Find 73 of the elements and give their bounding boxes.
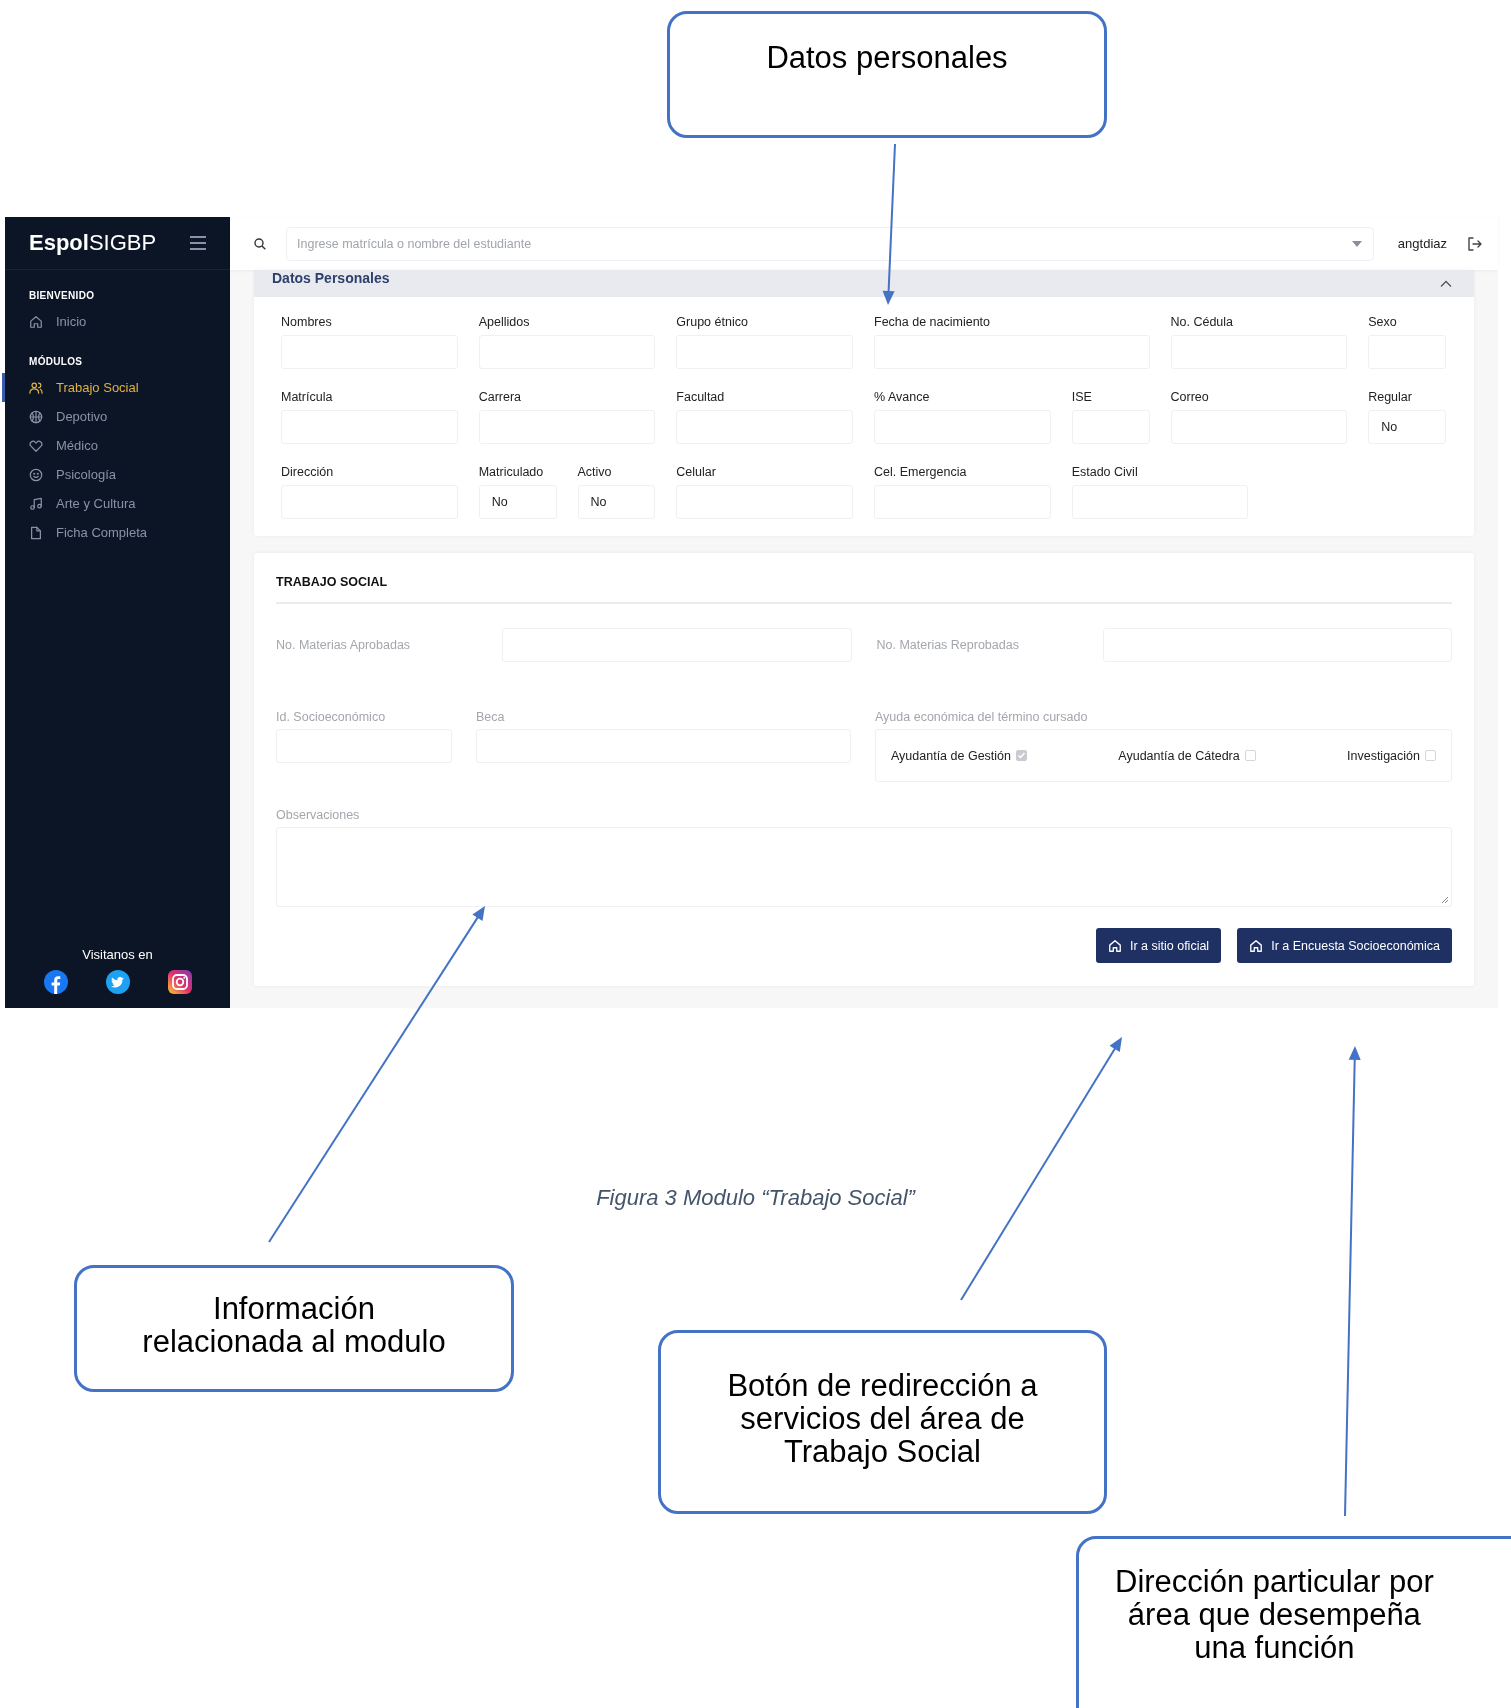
callout-text: Botón de redirección a servicios del área de Trabajo Social	[727, 1368, 1038, 1468]
field-label: Sexo	[1368, 315, 1398, 329]
redirect-button[interactable]: Ir a sitio oficial	[1095, 928, 1222, 963]
instagram-icon[interactable]	[167, 970, 192, 994]
callout-text: Datos personales	[766, 41, 1008, 74]
field-label: No. Materias Reprobadas	[876, 638, 1020, 652]
home-icon	[29, 314, 43, 329]
field-label: No. Materias Aprobadas	[276, 638, 412, 652]
checkbox[interactable]	[1244, 750, 1256, 761]
smile-icon	[29, 467, 43, 482]
field-label: Grupo étnico	[676, 315, 749, 329]
checkbox[interactable]	[1425, 750, 1436, 761]
sidebar-item[interactable]: Psicología	[2, 460, 230, 489]
checkbox-label: Ayudantía de Cátedra	[1118, 748, 1240, 763]
checkbox-label: Investigación	[1347, 748, 1420, 763]
redirect-button[interactable]: Ir a Encuesta Socioeconómica	[1237, 928, 1452, 963]
sidebar-heading: MÓDULOS	[29, 356, 84, 367]
field-label: Carrera	[478, 390, 523, 404]
sidebar-item[interactable]: Arte y Cultura	[2, 489, 230, 518]
field-label: Id. Socioeconómico	[276, 710, 387, 724]
field-label: Beca	[476, 710, 506, 724]
field-label: Fecha de nacimiento	[874, 315, 992, 329]
logout-icon[interactable]	[1467, 236, 1482, 251]
field-label: Cel. Emergencia	[874, 465, 968, 479]
figure-caption: Figura 3 Modulo “Trabajo Social”	[595, 1185, 917, 1211]
file-icon	[29, 525, 43, 540]
sidebar-item[interactable]: Médico	[2, 431, 230, 460]
chevron-up-icon[interactable]	[1440, 280, 1452, 287]
menu-icon[interactable]	[190, 236, 206, 250]
field-label: Dirección	[281, 465, 335, 479]
field-label: Regular	[1368, 390, 1413, 404]
checkbox[interactable]	[1016, 750, 1027, 761]
field-label: ISE	[1071, 390, 1093, 404]
sidebar-item[interactable]: Depotivo	[2, 402, 230, 431]
field-label: Matriculado	[478, 465, 545, 479]
sidebar-heading: BIENVENIDO	[29, 290, 96, 301]
card-title: Datos Personales	[272, 269, 390, 286]
select-field[interactable]: No	[478, 485, 557, 519]
field-label: Nombres	[281, 315, 333, 329]
checkbox-label: Ayudantía de Gestión	[891, 748, 1011, 763]
resize-grip-icon[interactable]	[1441, 896, 1448, 903]
field-label: Celular	[676, 465, 717, 479]
field-label: Estado Civil	[1071, 465, 1139, 479]
twitter-icon[interactable]	[105, 970, 130, 994]
field-label: Ayuda económica del término cursado	[875, 710, 1089, 724]
home-icon	[1107, 938, 1122, 953]
search-icon	[254, 237, 266, 250]
field-label: Activo	[577, 465, 613, 479]
field-label: Matrícula	[281, 390, 334, 404]
field-label: Correo	[1170, 390, 1210, 404]
select-field[interactable]: No	[577, 485, 656, 519]
field-label: % Avance	[874, 390, 931, 404]
field-label: Facultad	[676, 390, 726, 404]
music-note-icon	[29, 496, 43, 511]
search-field[interactable]: Ingrese matrícula o nombre del estudiante	[286, 226, 1374, 261]
users-icon	[29, 380, 43, 395]
section-title: TRABAJO SOCIAL	[276, 553, 1452, 604]
field-label: Observaciones	[276, 808, 361, 822]
callout-text: Información relacionada al modulo	[142, 1291, 446, 1358]
field-label: Apellidos	[478, 315, 531, 329]
sidebar-item[interactable]: Ficha Completa	[2, 518, 230, 547]
home-icon	[1249, 938, 1264, 953]
facebook-icon[interactable]	[43, 970, 68, 994]
callout-text: Dirección particular por área que desempeña una función	[1115, 1565, 1434, 1664]
app-logo[interactable]: EspolSIGBP	[29, 230, 157, 256]
heart-icon	[29, 438, 43, 453]
basketball-icon	[29, 409, 43, 424]
sidebar-item[interactable]: Inicio	[2, 307, 230, 336]
select-field[interactable]: No	[1368, 410, 1446, 444]
username[interactable]: angtdiaz	[1397, 236, 1447, 251]
footer-text: Visitanos en	[82, 947, 153, 962]
dropdown-caret-icon	[1351, 240, 1362, 247]
field-label: No. Cédula	[1170, 315, 1235, 329]
